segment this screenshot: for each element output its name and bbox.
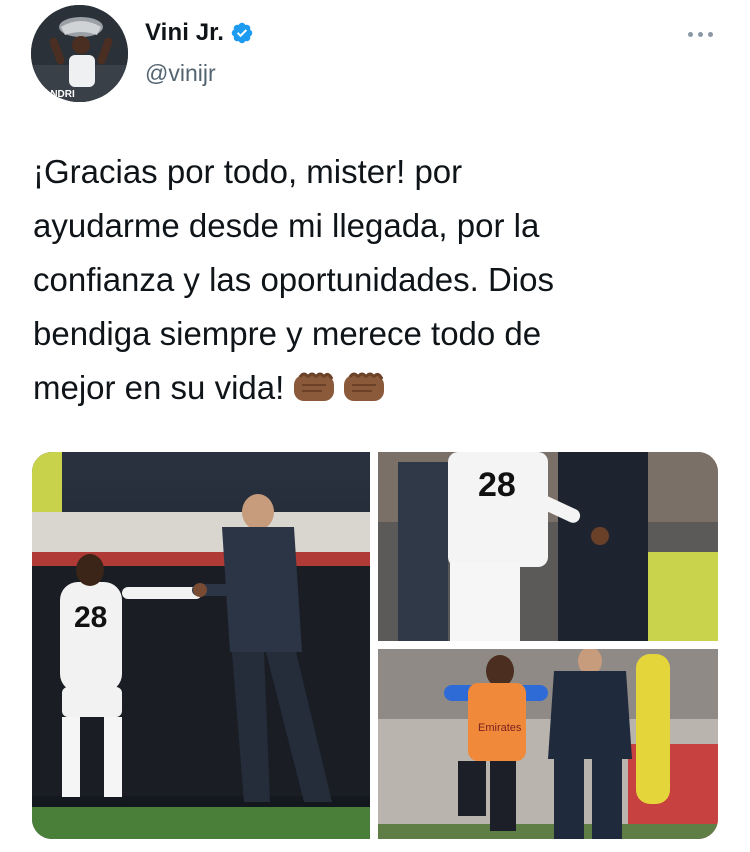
oncoming-fist-icon (344, 372, 385, 401)
ellipsis-icon (687, 31, 693, 37)
author-name-row[interactable]: Vini Jr. (145, 19, 254, 47)
media-photo-1[interactable]: 28 (32, 452, 370, 839)
author-handle[interactable]: @vinijr (145, 60, 216, 87)
photo-handshake: 28 (32, 452, 370, 839)
shirt-number-1: 28 (74, 601, 107, 634)
avatar-photo: ALNDRI (31, 5, 128, 102)
photo-back-view: 28 (378, 452, 718, 641)
media-grid: 28 28 Emirates (32, 452, 718, 839)
oncoming-fist-icon (294, 372, 335, 401)
emoji-group (292, 369, 386, 405)
author-avatar[interactable]: ALNDRI (31, 5, 128, 102)
bib-sponsor: Emirates (478, 722, 522, 734)
media-photo-3[interactable]: Emirates (378, 649, 718, 839)
tweet-text: ¡Gracias por todo, mister! por ayudarme … (33, 145, 723, 415)
photo-training: Emirates (378, 649, 718, 839)
media-photo-2[interactable]: 28 (378, 452, 718, 641)
author-display-name[interactable]: Vini Jr. (145, 19, 224, 47)
avatar-banner-text: ALNDRI (37, 89, 75, 100)
more-options-button[interactable] (683, 24, 717, 44)
verified-badge-icon (231, 22, 253, 44)
shirt-number-2: 28 (478, 466, 516, 504)
